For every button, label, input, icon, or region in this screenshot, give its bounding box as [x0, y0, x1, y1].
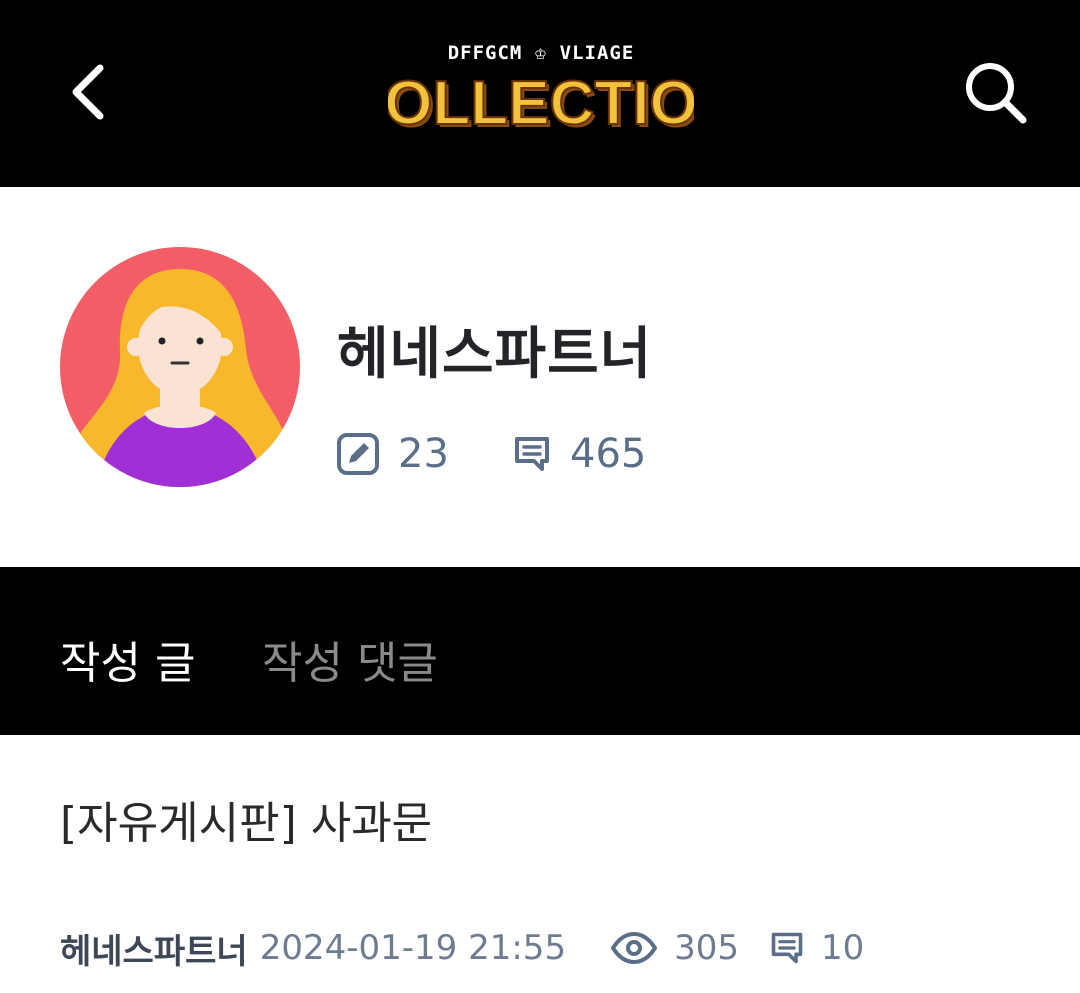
post-date: 2024-01-19 21:55: [259, 928, 567, 968]
tab-posts[interactable]: 작성 글: [60, 627, 195, 691]
chevron-left-icon: [72, 64, 104, 120]
edit-icon: [337, 433, 379, 475]
search-button[interactable]: [950, 52, 1040, 132]
tab-comments[interactable]: 작성 댓글: [262, 627, 438, 691]
post-count-stat: 23: [336, 429, 449, 479]
site-logo[interactable]: DFFGCM ♔ VLIAGE COLLECTION COLLECTION: [388, 42, 694, 142]
post-views: 305: [610, 928, 739, 968]
post-count: 23: [398, 431, 449, 477]
post-meta: 헤네스파트너 2024-01-19 21:55 305 10: [60, 925, 864, 972]
comment-icon: [515, 437, 549, 471]
post-title[interactable]: [자유게시판] 사과문: [60, 787, 432, 851]
profile-nickname: 헤네스파트너: [337, 322, 653, 387]
logo-wordmark: COLLECTION COLLECTION: [388, 68, 694, 138]
top-app-bar: DFFGCM ♔ VLIAGE COLLECTION COLLECTION: [0, 0, 1080, 187]
back-button[interactable]: [56, 52, 120, 132]
comment-count-stat: 465: [512, 429, 646, 479]
profile-section: 헤네스파트너 23 465: [0, 187, 1080, 567]
avatar: [60, 247, 300, 487]
post-view-count: 305: [674, 928, 739, 968]
search-icon: [966, 63, 1027, 124]
avatar-illustration: [60, 247, 300, 487]
comment-count: 465: [570, 431, 647, 477]
post-author: 헤네스파트너: [60, 931, 248, 972]
profile-tabs: 작성 글 작성 댓글: [0, 567, 1080, 735]
eye-icon: [611, 932, 658, 964]
svg-text:COLLECTION: COLLECTION: [388, 69, 694, 138]
list-item[interactable]: [자유게시판] 사과문 헤네스파트너 2024-01-19 21:55 305 …: [0, 735, 1080, 993]
post-comment-count: 10: [820, 928, 865, 968]
comment-icon: [771, 932, 803, 964]
post-comments: 10: [769, 928, 864, 968]
